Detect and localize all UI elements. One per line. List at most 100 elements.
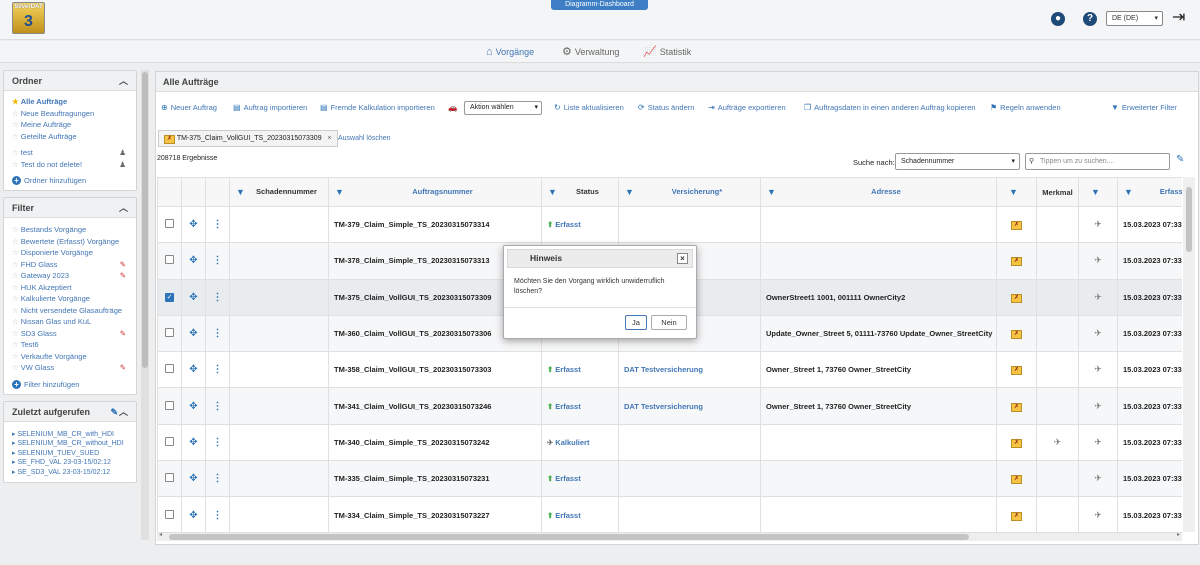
clear-selection-link[interactable]: Auswahl löschen	[338, 135, 391, 142]
more-icon[interactable]: ⋮	[213, 328, 223, 339]
more-icon[interactable]: ⋮	[213, 401, 223, 412]
more-icon[interactable]: ⋮	[213, 510, 223, 521]
filter-item[interactable]: ☆ Bestands Vorgänge	[12, 224, 128, 236]
table-row[interactable]: ✥ ⋮ TM-334_Claim_Simple_TS_20230315073227 ⬆…	[157, 496, 1182, 534]
row-checkbox[interactable]	[165, 364, 174, 374]
folder-item-test-do-not-delete[interactable]: ☆ Test do not delete! ♟	[12, 159, 128, 171]
new-order-button[interactable]: ⊕ Neuer Auftrag	[161, 103, 217, 112]
order-no-cell[interactable]: TM-358_Claim_VollGUI_TS_20230315073303	[328, 351, 542, 389]
filter-item[interactable]: ☆ HUK Akzeptiert	[12, 282, 128, 294]
selected-order-chip[interactable]: ✗ TM-375_Claim_VollGUI_TS_20230315073309…	[158, 130, 338, 147]
recent-item[interactable]: ▸ SELENIUM_TUEV_SUED	[12, 449, 128, 459]
search-input[interactable]: ⚲ Tippen um zu suchen....	[1025, 153, 1170, 170]
nav-item-verwaltung[interactable]: ⚙ Verwaltung	[562, 45, 619, 59]
advanced-filter-button[interactable]: ▼ Erweiterter Filter	[1111, 103, 1177, 112]
folder-item-mine[interactable]: ☆ Meine Aufträge	[12, 119, 128, 131]
filter-icon[interactable]: ▼	[335, 187, 344, 197]
diagram-dashboard-tab[interactable]: Diagramm-Dashboard	[551, 0, 648, 10]
yes-button[interactable]: Ja	[625, 315, 647, 330]
app-logo[interactable]: SilverDAT 3	[12, 2, 45, 34]
filter-item[interactable]: ☆ Bewertete (Erfasst) Vorgänge	[12, 236, 128, 248]
export-orders-button[interactable]: ⇥ Aufträge exportieren	[708, 103, 786, 112]
add-folder-link[interactable]: + Ordner hinzufügen	[12, 176, 128, 185]
edit-icon[interactable]: ✎	[110, 402, 118, 422]
filter-item[interactable]: ☆ FHD Glass ✎	[12, 259, 128, 271]
row-checkbox[interactable]	[165, 509, 174, 519]
header-captured[interactable]: ▼Erfasst	[1117, 177, 1182, 207]
filter-item[interactable]: ☆ Verkaufte Vorgänge	[12, 351, 128, 363]
no-button[interactable]: Nein	[651, 315, 687, 330]
more-icon[interactable]: ⋮	[213, 219, 223, 230]
more-icon[interactable]: ⋮	[213, 292, 223, 303]
move-icon[interactable]: ✥	[189, 364, 197, 375]
filter-item[interactable]: ☆ Nissan Glas und KuL	[12, 316, 128, 328]
copy-order-data-button[interactable]: ❐ Auftragsdaten in einen anderen Auftrag …	[804, 103, 976, 112]
more-icon[interactable]: ⋮	[213, 437, 223, 448]
filter-icon[interactable]: ▼	[625, 187, 634, 197]
search-by-select[interactable]: Schadennummer ▾	[895, 153, 1020, 170]
header-order-no[interactable]: ▼ Auftragsnummer	[328, 177, 542, 207]
order-no-cell[interactable]: TM-379_Claim_Simple_TS_20230315073314	[328, 205, 542, 244]
chevron-up-icon[interactable]: ︿	[119, 71, 128, 91]
filter-item[interactable]: ☆ VW Glass ✎	[12, 362, 128, 374]
header-insurance[interactable]: ▼ Versicherung*	[618, 177, 761, 207]
table-row[interactable]: ✥ ⋮ TM-340_Claim_Simple_TS_20230315073242 ✈…	[157, 423, 1182, 462]
filter-item[interactable]: ☆ Gateway 2023 ✎	[12, 270, 128, 282]
recent-item[interactable]: ▸ SE_FHD_VAL 23-03-15/02:12	[12, 458, 128, 468]
chevron-up-icon[interactable]: ︿	[119, 198, 128, 218]
row-checkbox[interactable]	[165, 473, 174, 483]
filter-icon[interactable]: ▼	[1009, 187, 1018, 197]
recent-item[interactable]: ▸ SELENIUM_MB_CR_with_HDI	[12, 430, 128, 440]
move-icon[interactable]: ✥	[189, 328, 197, 339]
move-icon[interactable]: ✥	[189, 510, 197, 521]
table-vertical-scrollbar[interactable]	[1183, 177, 1195, 532]
chevron-up-icon[interactable]: ︿	[119, 402, 128, 422]
filter-item[interactable]: ☆ SD3 Glass ✎	[12, 328, 128, 340]
sidebar-scrollbar[interactable]	[141, 70, 149, 540]
row-checkbox[interactable]	[165, 255, 174, 265]
user-icon[interactable]: ●	[1051, 12, 1065, 26]
more-icon[interactable]: ⋮	[213, 255, 223, 266]
table-horizontal-scrollbar[interactable]: ◂ ▸	[157, 532, 1182, 541]
filter-icon[interactable]: ▼	[236, 187, 245, 197]
foreign-calc-button[interactable]: ▤ Fremde Kalkulation importieren	[320, 103, 435, 112]
move-icon[interactable]: ✥	[189, 292, 197, 303]
more-icon[interactable]: ⋮	[213, 473, 223, 484]
logout-icon[interactable]: ⇥	[1172, 8, 1185, 28]
close-icon[interactable]: ×	[677, 253, 688, 264]
move-icon[interactable]: ✥	[189, 401, 197, 412]
move-icon[interactable]: ✥	[189, 255, 197, 266]
filter-item[interactable]: ☆ Disponierte Vorgänge	[12, 247, 128, 259]
row-checkbox[interactable]	[165, 400, 174, 410]
folder-item-shared[interactable]: ☆ Geteilte Aufträge	[12, 131, 128, 143]
order-no-cell[interactable]: TM-335_Claim_Simple_TS_20230315073231	[328, 460, 542, 498]
filter-icon[interactable]: ▼	[1091, 187, 1100, 197]
more-icon[interactable]: ⋮	[213, 364, 223, 375]
language-select[interactable]: DE (DE) ▾	[1106, 11, 1163, 26]
add-filter-link[interactable]: + Filter hinzufügen	[12, 379, 128, 389]
refresh-list-button[interactable]: ↻ Liste aktualisieren	[554, 103, 624, 112]
row-checkbox[interactable]	[165, 328, 174, 338]
filter-item[interactable]: ☆ Kalkulierte Vorgänge	[12, 293, 128, 305]
header-status[interactable]: ▼ Status	[541, 177, 619, 207]
help-icon[interactable]: ?	[1083, 12, 1097, 26]
folder-item-test[interactable]: ☆ test ♟	[12, 147, 128, 159]
change-status-button[interactable]: ⟳ Status ändern	[638, 103, 694, 112]
header-claim-no[interactable]: ▼ Schadennummer	[229, 177, 329, 207]
move-icon[interactable]: ✥	[189, 473, 197, 484]
recent-item[interactable]: ▸ SELENIUM_MB_CR_without_HDI	[12, 439, 128, 449]
move-icon[interactable]: ✥	[189, 437, 197, 448]
header-address[interactable]: ▼ Adresse	[760, 177, 997, 207]
table-row[interactable]: ✥ ⋮ TM-335_Claim_Simple_TS_20230315073231 ⬆…	[157, 460, 1182, 498]
table-row[interactable]: ✥ ⋮ TM-358_Claim_VollGUI_TS_20230315073303…	[157, 351, 1182, 389]
edit-icon[interactable]: ✎	[1176, 154, 1184, 165]
apply-rules-button[interactable]: ⚑ Regeln anwenden	[990, 103, 1061, 112]
row-checkbox[interactable]	[165, 436, 174, 446]
order-no-cell[interactable]: TM-334_Claim_Simple_TS_20230315073227	[328, 496, 542, 534]
header-damage[interactable]: ▼	[996, 177, 1037, 207]
filter-item[interactable]: ☆ Nicht versendete Glasaufträge	[12, 305, 128, 317]
filter-icon[interactable]: ▼	[767, 187, 776, 197]
order-no-cell[interactable]: TM-340_Claim_Simple_TS_20230315073242	[328, 423, 542, 462]
table-row[interactable]: ✥ ⋮ TM-341_Claim_VollGUI_TS_20230315073246…	[157, 387, 1182, 425]
row-checkbox[interactable]	[165, 219, 174, 229]
